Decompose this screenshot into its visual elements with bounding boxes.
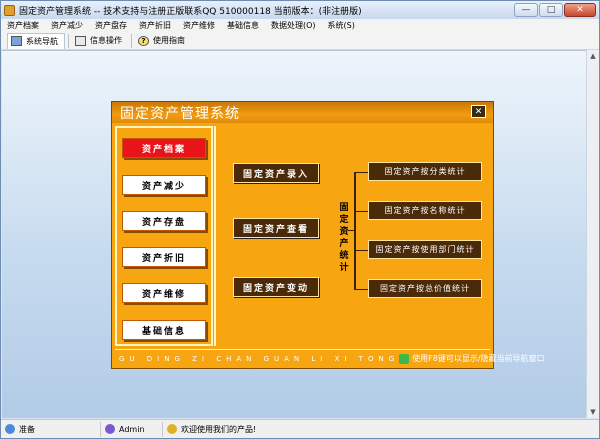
- dialog-close-button[interactable]: ✕: [471, 105, 486, 118]
- connector-line: [348, 230, 354, 231]
- maximize-button[interactable]: □: [539, 3, 563, 17]
- scroll-down-arrow-icon[interactable]: ▼: [587, 406, 599, 418]
- toolbar: 系统导航 信息操作 ? 使用指南: [1, 32, 599, 50]
- connector-line: [354, 172, 356, 290]
- status-user-text: Admin: [119, 424, 145, 434]
- status-bar: 准备 Admin 欢迎使用我们的产品!: [1, 419, 599, 438]
- left-nav-panel: 资产档案 资产减少 资产存盘 资产折旧 资产维修 基础信息: [115, 126, 213, 346]
- nav-asset-repair-button[interactable]: 资产维修: [122, 283, 206, 303]
- nav-asset-depreciation-button[interactable]: 资产折旧: [122, 247, 206, 267]
- toolbar-label: 系统导航: [26, 36, 58, 46]
- status-state: 准备: [1, 421, 101, 437]
- status-welcome: 欢迎使用我们的产品!: [163, 422, 597, 437]
- toolbar-help-guide[interactable]: ? 使用指南: [135, 33, 191, 49]
- status-user: Admin: [101, 421, 163, 437]
- close-button[interactable]: ✕: [564, 3, 596, 17]
- info-status-icon: [5, 424, 15, 434]
- help-icon: ?: [138, 35, 149, 46]
- status-state-text: 准备: [19, 424, 35, 434]
- minimize-button[interactable]: —: [514, 3, 538, 17]
- hint-icon: [399, 353, 410, 364]
- menu-asset-inventory[interactable]: 资产盘存: [95, 20, 127, 31]
- connector-line: [354, 172, 368, 173]
- navigation-dialog: 固定资产管理系统 ✕ 资产档案 资产减少 资产存盘 资产折旧 资产维修 基础信息…: [111, 101, 545, 369]
- toolbar-info-ops[interactable]: 信息操作: [72, 33, 128, 49]
- toolbar-system-nav[interactable]: 系统导航: [7, 32, 65, 49]
- menu-asset-repair[interactable]: 资产维修: [183, 20, 215, 31]
- title-bar: 固定资产管理系统 -- 技术支持与注册正版联系QQ 510000118 当前版本…: [1, 1, 599, 19]
- menu-asset-depreciation[interactable]: 资产折旧: [139, 20, 171, 31]
- dialog-footer: GU DING ZI CHAN GUAN LI XI TONG 使用F8键可以显…: [115, 349, 545, 367]
- menu-bar: 资产档案 资产减少 资产盘存 资产折旧 资产维修 基础信息 数据处理(O) 系统…: [1, 19, 599, 32]
- asset-change-button[interactable]: 固定资产变动: [233, 277, 319, 297]
- info-icon: [75, 35, 86, 46]
- scroll-up-arrow-icon[interactable]: ▲: [587, 50, 599, 62]
- nav-asset-reduce-button[interactable]: 资产减少: [122, 175, 206, 195]
- nav-asset-inventory-button[interactable]: 资产存盘: [122, 211, 206, 231]
- app-window: 固定资产管理系统 -- 技术支持与注册正版联系QQ 510000118 当前版本…: [0, 0, 600, 439]
- asset-statistics-label: 固定资产统计: [339, 203, 349, 273]
- pinyin-caption: GU DING ZI CHAN GUAN LI XI TONG: [119, 354, 400, 363]
- stat-by-total-value-button[interactable]: 固定资产按总价值统计: [368, 279, 482, 298]
- nav-asset-archive-button[interactable]: 资产档案: [122, 138, 206, 158]
- window-title: 固定资产管理系统 -- 技术支持与注册正版联系QQ 510000118 当前版本…: [19, 6, 362, 17]
- nav-icon: [11, 36, 22, 46]
- toolbar-label: 使用指南: [153, 36, 185, 45]
- welcome-icon: [167, 424, 177, 434]
- stat-by-category-button[interactable]: 固定资产按分类统计: [368, 162, 482, 181]
- asset-view-button[interactable]: 固定资产查看: [233, 218, 319, 238]
- f8-hint: 使用F8键可以显示/隐藏当前导航窗口: [399, 353, 545, 364]
- menu-system[interactable]: 系统(S): [328, 20, 355, 31]
- panel-divider: [214, 126, 216, 346]
- stat-by-department-button[interactable]: 固定资产按使用部门统计: [368, 240, 482, 259]
- toolbar-separator: [68, 33, 69, 48]
- stat-by-name-button[interactable]: 固定资产按名称统计: [368, 201, 482, 220]
- connector-line: [354, 289, 368, 290]
- vertical-scrollbar[interactable]: ▲ ▼: [586, 50, 599, 418]
- app-icon: [4, 4, 15, 16]
- toolbar-separator: [131, 33, 132, 48]
- connector-line: [354, 211, 368, 212]
- connector-line: [354, 250, 368, 251]
- menu-data-processing[interactable]: 数据处理(O): [271, 20, 316, 31]
- dialog-title-text: 固定资产管理系统: [120, 105, 240, 122]
- menu-basic-info[interactable]: 基础信息: [227, 20, 259, 31]
- menu-asset-reduce[interactable]: 资产减少: [51, 20, 83, 31]
- toolbar-label: 信息操作: [90, 36, 122, 45]
- nav-basic-info-button[interactable]: 基础信息: [122, 320, 206, 340]
- hint-text: 使用F8键可以显示/隐藏当前导航窗口: [412, 354, 545, 363]
- dialog-title: 固定资产管理系统: [112, 102, 493, 123]
- status-welcome-text: 欢迎使用我们的产品!: [181, 424, 257, 434]
- menu-asset-archive[interactable]: 资产档案: [7, 20, 39, 31]
- user-icon: [105, 424, 115, 434]
- asset-entry-button[interactable]: 固定资产录入: [233, 163, 319, 183]
